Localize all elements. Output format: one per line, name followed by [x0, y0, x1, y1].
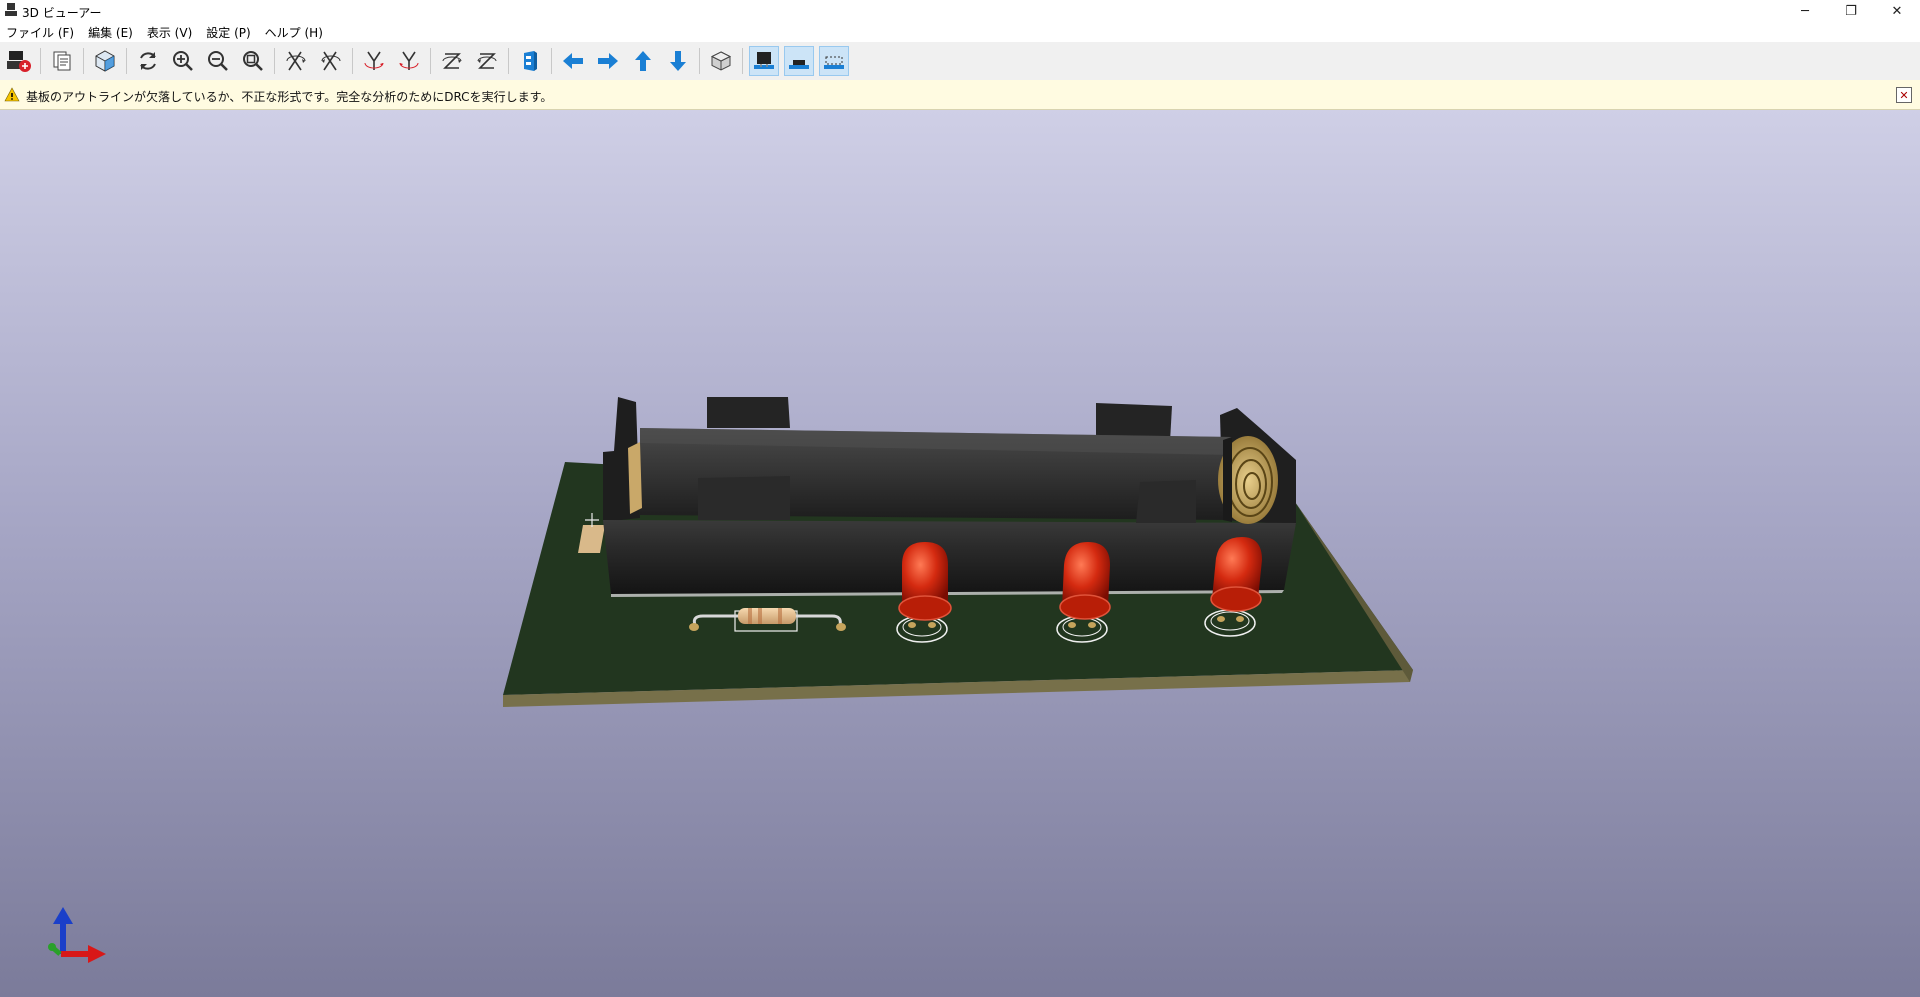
zoom-out-icon[interactable]: [203, 46, 233, 76]
zoom-fit-icon[interactable]: [238, 46, 268, 76]
warning-message: 基板のアウトラインが欠落しているか、不正な形式です。完全な分析のためにDRCを実…: [26, 90, 553, 104]
window-title: 3D ビューアー: [22, 6, 102, 20]
main-toolbar: [0, 42, 1920, 80]
rotate-x-ccw-icon[interactable]: [316, 46, 346, 76]
rotate-z-cw-icon[interactable]: [437, 46, 467, 76]
toolbar-separator: [508, 48, 509, 74]
minimize-button[interactable]: ─: [1782, 0, 1828, 22]
menu-help[interactable]: ヘルプ (H): [265, 24, 323, 41]
rotate-y-ccw-icon[interactable]: [394, 46, 424, 76]
menu-bar: ファイル (F) 編集 (E) 表示 (V) 設定 (P) ヘルプ (H): [0, 22, 1920, 42]
copy-image-icon[interactable]: [47, 46, 77, 76]
show-smd-icon[interactable]: [784, 46, 814, 76]
warning-infobar: 基板のアウトラインが欠落しているか、不正な形式です。完全な分析のためにDRCを実…: [0, 80, 1920, 110]
move-left-icon[interactable]: [558, 46, 588, 76]
toolbar-separator: [742, 48, 743, 74]
warning-close-icon[interactable]: ✕: [1896, 87, 1912, 103]
pcb-3d-scene: [503, 397, 1413, 707]
move-up-icon[interactable]: [628, 46, 658, 76]
flip-board-icon[interactable]: [515, 46, 545, 76]
rotate-z-ccw-icon[interactable]: [472, 46, 502, 76]
toolbar-separator: [699, 48, 700, 74]
restore-button[interactable]: ❐: [1828, 0, 1874, 22]
menu-edit[interactable]: 編集 (E): [88, 24, 133, 41]
menu-view[interactable]: 表示 (V): [147, 24, 192, 41]
warning-icon: [4, 87, 20, 102]
menu-preferences[interactable]: 設定 (P): [206, 24, 250, 41]
axis-orientation-icon: [48, 907, 106, 963]
kicad-3d-app-icon: [5, 3, 17, 16]
close-button[interactable]: ✕: [1874, 0, 1920, 22]
toolbar-separator: [83, 48, 84, 74]
show-virtual-icon[interactable]: [819, 46, 849, 76]
reload-icon[interactable]: [133, 46, 163, 76]
show-tht-icon[interactable]: [749, 46, 779, 76]
move-right-icon[interactable]: [593, 46, 623, 76]
move-down-icon[interactable]: [663, 46, 693, 76]
toolbar-separator: [40, 48, 41, 74]
render-board-icon[interactable]: [4, 46, 34, 76]
rotate-y-cw-icon[interactable]: [359, 46, 389, 76]
toolbar-separator: [430, 48, 431, 74]
toolbar-separator: [274, 48, 275, 74]
toolbar-separator: [551, 48, 552, 74]
menu-file[interactable]: ファイル (F): [6, 24, 74, 41]
toolbar-separator: [126, 48, 127, 74]
title-bar: 3D ビューアー ─ ❐ ✕: [0, 0, 1920, 22]
zoom-in-icon[interactable]: [168, 46, 198, 76]
raytracing-icon[interactable]: [90, 46, 120, 76]
3d-viewport[interactable]: [0, 110, 1920, 997]
toolbar-separator: [352, 48, 353, 74]
rotate-x-cw-icon[interactable]: [281, 46, 311, 76]
orthographic-icon[interactable]: [706, 46, 736, 76]
battery-holder: [603, 397, 1296, 597]
